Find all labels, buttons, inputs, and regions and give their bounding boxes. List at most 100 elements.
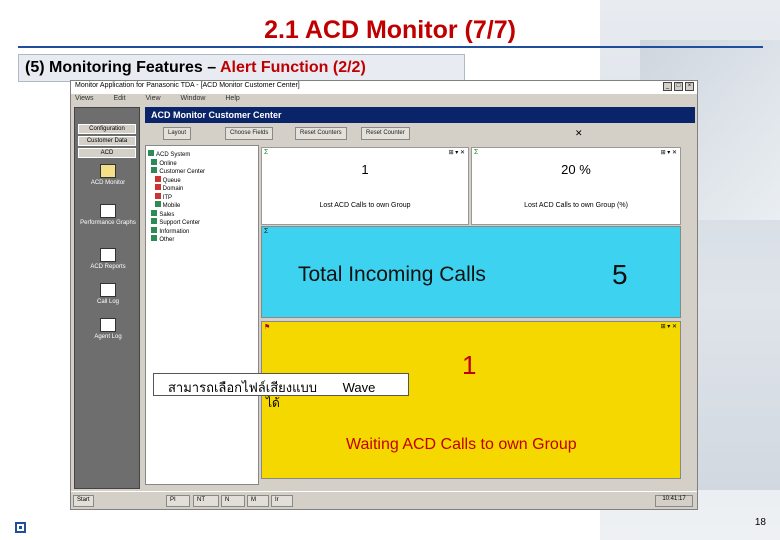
tree-view: ACD System Online Customer Center Queue …	[145, 145, 259, 485]
annotation-callout: สามารถเลือกไฟล์เสียงแบบ Wave	[153, 373, 409, 396]
slide-title: 2.1 ACD Monitor (7/7)	[264, 16, 516, 44]
monitor-icon	[100, 164, 116, 178]
metric-caption: Lost ACD Calls to own Group (%)	[524, 202, 628, 209]
group-icon	[151, 158, 158, 165]
agent-icon	[154, 192, 161, 199]
minimize-icon[interactable]: _	[663, 82, 672, 91]
panel-label: Waiting ACD Calls to own Group	[346, 436, 577, 453]
taskbar-item[interactable]: Ir	[271, 495, 293, 507]
customer-data-button[interactable]: Customer Data	[78, 136, 136, 146]
acd-monitor-item[interactable]: ACD Monitor	[79, 164, 137, 186]
choose-fields-button[interactable]: Choose Fields	[225, 127, 274, 140]
subtitle-highlight: Alert Function (2/2)	[219, 59, 366, 76]
maximize-icon[interactable]: □	[674, 82, 683, 91]
sum-icon: Σ	[264, 228, 269, 235]
item-label: ACD Monitor	[90, 180, 126, 186]
agent-log-item[interactable]: Agent Log	[79, 318, 137, 340]
item-label: Call Log	[96, 299, 119, 305]
menu-bar: Views Edit View Window Help	[71, 94, 697, 105]
tree-item[interactable]: ITP	[148, 192, 256, 202]
tree-item[interactable]: Mobile	[148, 201, 256, 210]
tree-item[interactable]: Information	[148, 226, 256, 236]
cell-controls-icon[interactable]: ⊞ ▾ ✕	[661, 323, 677, 330]
acd-button[interactable]: ACD	[78, 148, 136, 158]
metric-value: 20 %	[561, 162, 591, 177]
tree-item[interactable]: Queue	[148, 175, 256, 185]
call-log-item[interactable]: Call Log	[79, 283, 137, 305]
window-title: Monitor Application for Panasonic TDA - …	[75, 82, 300, 89]
panel-value: 1	[462, 350, 477, 380]
taskbar-item[interactable]: N	[221, 495, 245, 507]
sum-icon: Σ	[264, 149, 269, 156]
panel-label: Total Incoming Calls	[298, 263, 486, 286]
group-icon	[151, 209, 158, 216]
group-icon	[151, 235, 158, 241]
tree-item[interactable]: Sales	[148, 209, 256, 219]
metric-lost-calls-percent[interactable]: Σ ⊞ ▾ ✕ 20 % Lost ACD Calls to own Group…	[471, 147, 681, 225]
tree-item[interactable]: Domain	[148, 184, 256, 193]
log-icon	[100, 283, 116, 297]
menu-item[interactable]: Window	[181, 95, 206, 102]
agent-icon	[154, 201, 161, 207]
group-icon	[151, 167, 158, 173]
tree-item[interactable]: Online	[148, 158, 256, 168]
callout-thai-text: สามารถเลือกไฟล์เสียงแบบ	[168, 380, 317, 395]
window-header: ACD Monitor Customer Center	[145, 107, 695, 123]
reset-counter-button[interactable]: Reset Counter	[361, 127, 410, 140]
taskbar-item[interactable]: M	[247, 495, 269, 507]
total-incoming-calls-panel[interactable]: Σ Total Incoming Calls 5	[261, 226, 681, 318]
item-label: Performance Graphs	[80, 220, 136, 226]
start-button[interactable]: Start	[73, 495, 94, 507]
background-decoration-shape	[690, 300, 780, 490]
sum-icon: Σ	[474, 149, 479, 156]
callout-wave-text: Wave	[342, 380, 376, 395]
group-icon	[151, 218, 158, 224]
title-divider	[18, 46, 763, 48]
layout-button[interactable]: Layout	[163, 127, 192, 140]
performance-graphs-item[interactable]: Performance Graphs	[79, 204, 137, 226]
menu-item[interactable]: Edit	[114, 95, 126, 102]
tree-item[interactable]: Other	[148, 235, 256, 244]
menu-item[interactable]: View	[146, 95, 161, 102]
panel-value: 5	[612, 259, 628, 290]
waiting-acd-calls-panel[interactable]: ⚑ ⊞ ▾ ✕ 1 Waiting ACD Calls to own Group	[261, 321, 681, 479]
left-panel: Configuration Customer Data ACD ACD Moni…	[74, 107, 140, 489]
agent-icon	[154, 175, 161, 182]
item-label: ACD Reports	[90, 264, 126, 270]
acd-reports-item[interactable]: ACD Reports	[79, 248, 137, 270]
taskbar-item[interactable]: NT	[193, 495, 219, 507]
menu-item[interactable]: Views	[75, 95, 94, 102]
metric-caption: Lost ACD Calls to own Group	[319, 202, 411, 209]
agent-icon	[154, 184, 161, 190]
group-icon	[151, 226, 158, 233]
configuration-button[interactable]: Configuration	[78, 124, 136, 134]
group-icon	[148, 150, 154, 156]
app-window: Monitor Application for Panasonic TDA - …	[70, 80, 698, 510]
close-icon[interactable]: ×	[685, 82, 694, 91]
menu-item[interactable]: Help	[225, 95, 239, 102]
item-label: Agent Log	[94, 334, 122, 340]
tree-item[interactable]: Support Center	[148, 218, 256, 227]
pin-icon[interactable]: ✕	[575, 128, 583, 139]
cell-controls-icon[interactable]: ⊞ ▾ ✕	[661, 149, 677, 156]
tree-item[interactable]: Customer Center	[148, 167, 256, 176]
metric-lost-calls[interactable]: Σ ⊞ ▾ ✕ 1 Lost ACD Calls to own Group	[261, 147, 469, 225]
pin-icon: ⚑	[264, 324, 271, 331]
callout-suffix: ได้	[266, 396, 280, 410]
clock: 10:41:17	[655, 495, 693, 507]
slide-subtitle: (5) Monitoring Features – Alert Function…	[18, 54, 465, 82]
page-number: 18	[754, 517, 766, 528]
reset-counters-button[interactable]: Reset Counters	[295, 127, 347, 140]
toolbar: Layout Choose Fields Reset Counters Rese…	[145, 124, 695, 144]
subtitle-prefix: (5) Monitoring Features –	[25, 59, 220, 76]
tree-item[interactable]: ACD System	[148, 150, 256, 159]
taskbar: Start PI NT N M Ir 10:41:17	[71, 491, 697, 509]
taskbar-item[interactable]: PI	[166, 495, 190, 507]
report-icon	[100, 248, 116, 262]
metric-value: 1	[361, 162, 369, 177]
window-titlebar: Monitor Application for Panasonic TDA - …	[71, 81, 697, 94]
bullet-icon	[15, 522, 26, 533]
log-icon	[100, 318, 116, 332]
graph-icon	[100, 204, 116, 218]
cell-controls-icon[interactable]: ⊞ ▾ ✕	[449, 149, 465, 156]
